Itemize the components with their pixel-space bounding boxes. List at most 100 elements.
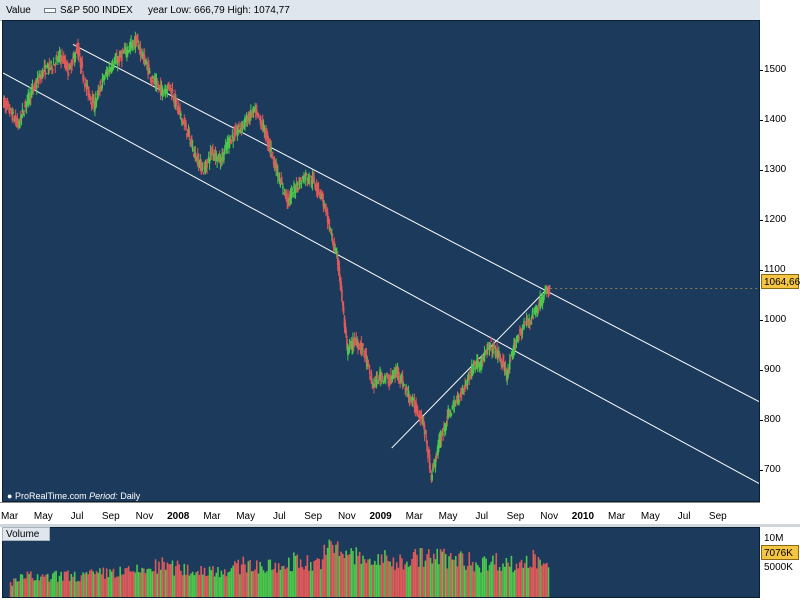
- period-value: Daily: [120, 491, 141, 501]
- volume-bar: [529, 566, 531, 597]
- volume-bar: [362, 555, 364, 597]
- volume-bar: [122, 574, 125, 597]
- volume-bar: [340, 551, 342, 597]
- volume-bar: [478, 567, 481, 597]
- price-candle: [145, 61, 148, 63]
- volume-bar: [119, 566, 121, 597]
- price-candle: [442, 433, 444, 435]
- price-candle: [238, 124, 240, 128]
- y-tick-mark: [760, 419, 763, 421]
- volume-bar: [191, 571, 194, 597]
- price-candle: [285, 191, 288, 200]
- volume-tick-label: 5000K: [764, 562, 793, 574]
- price-candle: [81, 62, 84, 67]
- volume-bar: [471, 562, 474, 597]
- price-candle: [431, 474, 433, 480]
- volume-bar: [463, 565, 466, 597]
- y-tick-label: 1000: [764, 313, 787, 325]
- y-tick-mark: [760, 219, 763, 221]
- volume-bar: [451, 559, 454, 597]
- price-candle: [9, 110, 11, 114]
- price-candle: [362, 343, 364, 346]
- y-tick-mark: [760, 469, 763, 471]
- y-tick-label: 900: [764, 363, 781, 375]
- volume-bar: [43, 576, 46, 597]
- price-candle: [51, 69, 54, 71]
- volume-bar: [200, 565, 202, 597]
- price-candle: [270, 147, 272, 152]
- volume-bar: [291, 571, 294, 597]
- volume-bar: [513, 570, 516, 597]
- volume-bar: [352, 550, 354, 597]
- volume-bar: [13, 578, 15, 597]
- volume-bar: [70, 573, 73, 597]
- volume-bar: [412, 551, 415, 597]
- volume-bar: [264, 572, 267, 597]
- volume-bar: [215, 572, 218, 597]
- volume-bar: [110, 571, 113, 597]
- value-label: Value: [6, 5, 31, 16]
- volume-bar: [308, 570, 310, 597]
- volume-bar: [336, 541, 339, 597]
- x-tick-label: Sep: [304, 511, 323, 522]
- price-candle: [368, 369, 371, 375]
- volume-bar: [417, 566, 420, 597]
- volume-bar: [9, 582, 12, 597]
- volume-bar: [414, 548, 417, 597]
- price-candle: [440, 437, 443, 441]
- volume-bar: [495, 553, 498, 597]
- price-candle: [381, 376, 384, 378]
- volume-bar: [326, 547, 329, 597]
- volume-bar: [92, 571, 95, 597]
- volume-bar: [202, 574, 204, 597]
- volume-bar: [16, 581, 19, 597]
- volume-bar: [137, 572, 140, 597]
- volume-bar: [154, 559, 157, 597]
- volume-bar: [492, 555, 494, 597]
- volume-bar: [80, 575, 83, 597]
- price-candle: [148, 71, 151, 74]
- price-candle: [202, 173, 205, 175]
- x-tick-label: Sep: [101, 511, 120, 522]
- price-candle: [208, 161, 211, 164]
- volume-bar: [402, 569, 405, 597]
- volume-bar: [65, 571, 68, 597]
- price-candle: [419, 418, 422, 421]
- volume-chart-svg: [9, 539, 550, 597]
- price-chart-svg[interactable]: [3, 21, 760, 502]
- x-tick-label: Jul: [677, 511, 691, 522]
- volume-bar: [203, 567, 206, 597]
- volume-bar: [397, 567, 400, 597]
- volume-bar: [512, 572, 514, 597]
- price-chart-panel[interactable]: ● ProRealTime.com Period: Daily: [2, 20, 760, 502]
- chart-credit: ● ProRealTime.com Period: Daily: [7, 491, 140, 501]
- price-candle: [12, 112, 14, 114]
- volume-bar: [134, 572, 137, 597]
- volume-bar: [24, 578, 27, 597]
- y-tick-mark: [760, 119, 763, 121]
- volume-bar: [19, 574, 22, 597]
- volume-bar: [348, 554, 351, 597]
- volume-bar: [114, 577, 116, 597]
- volume-bar: [436, 548, 439, 597]
- volume-bar: [392, 557, 395, 597]
- volume-bar: [257, 573, 260, 597]
- volume-bar: [40, 576, 42, 597]
- volume-bar: [289, 570, 292, 597]
- volume-bar: [498, 567, 501, 597]
- volume-bar: [57, 581, 59, 597]
- x-tick-label: Nov: [540, 511, 559, 522]
- volume-bar: [363, 559, 366, 597]
- volume-bar: [510, 555, 513, 597]
- volume-bar: [368, 558, 371, 597]
- price-candle: [518, 336, 520, 339]
- volume-bar: [315, 559, 317, 597]
- y-tick-mark: [760, 369, 763, 371]
- volume-bar: [434, 559, 437, 597]
- volume-panel[interactable]: [2, 527, 760, 598]
- price-candle: [384, 378, 387, 380]
- volume-bar: [126, 568, 128, 597]
- y-tick-label: 800: [764, 413, 781, 425]
- volume-bar: [139, 572, 142, 597]
- price-candle: [282, 186, 284, 189]
